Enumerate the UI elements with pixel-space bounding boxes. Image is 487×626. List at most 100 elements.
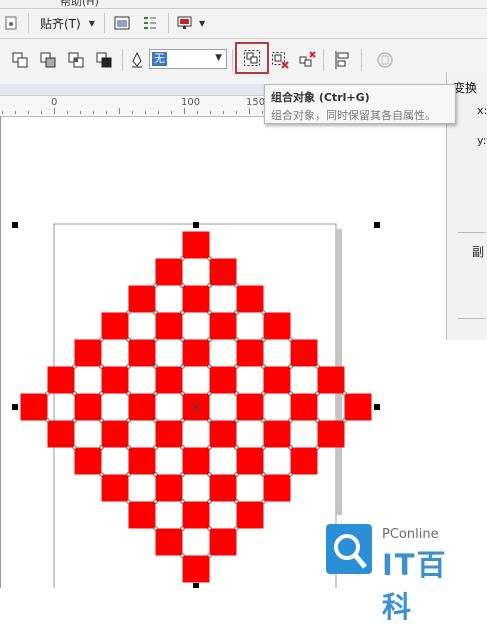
red-square[interactable] [182, 555, 210, 583]
node-marker [261, 499, 266, 504]
red-square[interactable] [344, 393, 372, 421]
node-marker [234, 337, 239, 342]
red-square[interactable] [263, 420, 291, 448]
node-marker [207, 391, 212, 396]
red-square[interactable] [263, 312, 291, 340]
node-marker [99, 418, 104, 423]
red-square[interactable] [155, 366, 183, 394]
node-marker [207, 472, 212, 477]
red-square[interactable] [155, 474, 183, 502]
red-square[interactable] [182, 447, 210, 475]
red-square[interactable] [263, 366, 291, 394]
selection-handle[interactable] [12, 222, 18, 228]
red-square[interactable] [290, 447, 318, 475]
node-marker [180, 337, 185, 342]
red-square[interactable] [209, 312, 237, 340]
node-marker [180, 445, 185, 450]
node-marker [315, 418, 320, 423]
red-square[interactable] [209, 366, 237, 394]
node-marker [153, 418, 158, 423]
red-square[interactable] [47, 420, 75, 448]
selection-handle[interactable] [374, 222, 380, 228]
node-marker [180, 310, 185, 315]
red-square[interactable] [209, 474, 237, 502]
red-square[interactable] [155, 258, 183, 286]
node-marker [45, 391, 50, 396]
tooltip-title: 组合对象 (Ctrl+G) [271, 91, 370, 104]
node-marker [261, 337, 266, 342]
red-square[interactable] [263, 474, 291, 502]
red-square[interactable] [290, 393, 318, 421]
node-marker [288, 391, 293, 396]
red-square[interactable] [182, 501, 210, 529]
node-marker [261, 391, 266, 396]
red-square[interactable] [236, 285, 264, 313]
red-square[interactable] [209, 258, 237, 286]
red-square[interactable] [47, 366, 75, 394]
red-square[interactable] [101, 420, 129, 448]
node-marker [99, 337, 104, 342]
red-square[interactable] [182, 339, 210, 367]
red-square[interactable] [128, 285, 156, 313]
node-marker [207, 337, 212, 342]
red-square[interactable] [155, 420, 183, 448]
node-marker [153, 364, 158, 369]
selection-handle[interactable] [193, 222, 199, 228]
node-marker [234, 499, 239, 504]
node-marker [261, 472, 266, 477]
red-square[interactable] [317, 420, 345, 448]
red-square[interactable] [74, 447, 102, 475]
red-square[interactable] [209, 420, 237, 448]
node-marker [126, 364, 131, 369]
node-marker [207, 364, 212, 369]
red-square[interactable] [236, 339, 264, 367]
node-marker [126, 418, 131, 423]
red-square[interactable] [128, 339, 156, 367]
node-marker [126, 445, 131, 450]
node-marker [153, 283, 158, 288]
red-square[interactable] [290, 339, 318, 367]
node-marker [234, 391, 239, 396]
red-square[interactable] [155, 312, 183, 340]
node-marker [234, 472, 239, 477]
red-square[interactable] [236, 447, 264, 475]
selection-handle[interactable] [193, 583, 199, 588]
pconline-logo: PConline IT百科 [326, 522, 476, 624]
node-marker [180, 526, 185, 531]
node-marker [207, 283, 212, 288]
node-marker [180, 499, 185, 504]
red-square[interactable] [101, 474, 129, 502]
red-square[interactable] [182, 285, 210, 313]
red-square[interactable] [182, 231, 210, 259]
node-marker [99, 472, 104, 477]
selection-center-marker[interactable]: × [191, 400, 202, 415]
node-marker [72, 364, 77, 369]
red-square[interactable] [74, 393, 102, 421]
selection-handle[interactable] [12, 404, 18, 410]
node-marker [207, 499, 212, 504]
node-marker [261, 364, 266, 369]
node-marker [45, 418, 50, 423]
node-marker [315, 364, 320, 369]
node-marker [207, 553, 212, 558]
red-square[interactable] [74, 339, 102, 367]
red-square[interactable] [128, 447, 156, 475]
node-marker [153, 526, 158, 531]
node-marker [126, 499, 131, 504]
red-square[interactable] [101, 366, 129, 394]
node-marker [288, 337, 293, 342]
red-square[interactable] [128, 393, 156, 421]
red-square[interactable] [128, 501, 156, 529]
red-square[interactable] [236, 501, 264, 529]
node-marker [153, 472, 158, 477]
node-marker [207, 310, 212, 315]
red-square[interactable] [209, 528, 237, 556]
red-square[interactable] [155, 528, 183, 556]
selection-handle[interactable] [374, 404, 380, 410]
red-square[interactable] [101, 312, 129, 340]
red-square[interactable] [236, 393, 264, 421]
tooltip: 组合对象 (Ctrl+G) 组合对象，同时保留其各自属性。 [264, 84, 456, 124]
red-square[interactable] [20, 393, 48, 421]
red-square[interactable] [317, 366, 345, 394]
node-marker [153, 499, 158, 504]
